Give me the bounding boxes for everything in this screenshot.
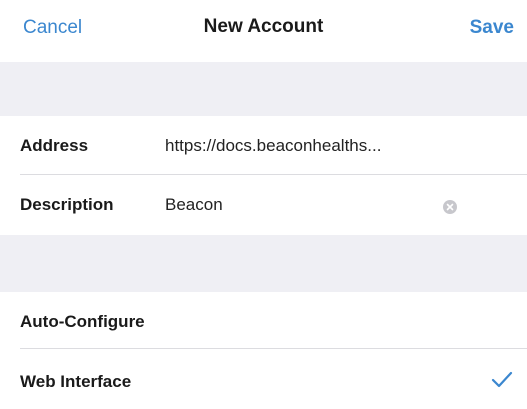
description-field[interactable]: Beacon — [165, 195, 223, 215]
section-spacer-top — [0, 62, 527, 116]
auto-configure-label: Auto-Configure — [20, 312, 145, 331]
section-spacer-middle — [0, 235, 527, 292]
page-title: New Account — [203, 16, 324, 37]
web-interface-option[interactable]: Web Interface — [0, 349, 527, 409]
description-row[interactable]: Description Beacon — [0, 175, 527, 235]
save-button[interactable]: Save — [470, 17, 514, 39]
navigation-bar: Cancel New Account Save — [0, 0, 527, 62]
web-interface-label: Web Interface — [20, 372, 132, 391]
description-label: Description — [20, 195, 114, 214]
address-label: Address — [20, 136, 89, 155]
address-field[interactable]: https://docs.beaconhealths... — [165, 136, 381, 156]
address-row[interactable]: Address https://docs.beaconhealths... — [0, 116, 527, 175]
checkmark-icon — [491, 371, 513, 388]
clear-icon[interactable] — [443, 200, 457, 214]
auto-configure-option[interactable]: Auto-Configure — [0, 292, 527, 349]
